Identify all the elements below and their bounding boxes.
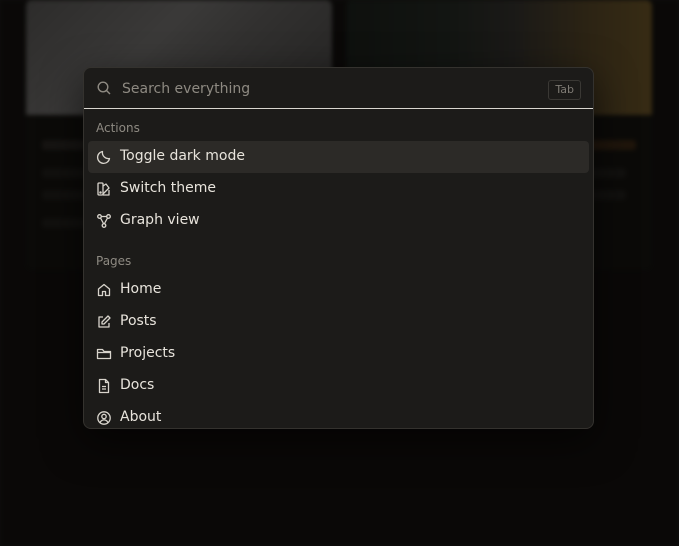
command-page-docs[interactable]: Docs xyxy=(88,370,589,402)
search-bar: Tab xyxy=(84,68,593,109)
command-toggle-dark-mode[interactable]: Toggle dark mode xyxy=(88,141,589,173)
group-label-actions: Actions xyxy=(96,121,140,135)
command-label: Posts xyxy=(120,313,157,329)
folder-icon xyxy=(96,346,112,362)
group-label-pages: Pages xyxy=(96,254,132,268)
command-graph-view[interactable]: Graph view xyxy=(88,205,589,237)
command-page-about[interactable]: About xyxy=(88,402,589,428)
document-icon xyxy=(96,378,112,394)
command-label: Home xyxy=(120,281,162,297)
home-icon xyxy=(96,282,112,298)
command-page-projects[interactable]: Projects xyxy=(88,338,589,370)
search-icon xyxy=(96,80,112,96)
edit-icon xyxy=(96,314,112,330)
moon-icon xyxy=(96,149,112,165)
tab-shortcut-badge: Tab xyxy=(548,80,581,100)
command-page-posts[interactable]: Posts xyxy=(88,306,589,338)
command-page-home[interactable]: Home xyxy=(88,274,589,306)
command-label: Docs xyxy=(120,377,155,393)
user-circle-icon xyxy=(96,410,112,426)
command-palette: Tab Actions Toggle dark mode Switch them… xyxy=(83,67,594,429)
graph-icon xyxy=(96,213,112,229)
command-label: About xyxy=(120,409,162,425)
command-label: Projects xyxy=(120,345,176,361)
search-input[interactable] xyxy=(120,76,524,102)
command-switch-theme[interactable]: Switch theme xyxy=(88,173,589,205)
palette-icon xyxy=(96,181,112,197)
command-label: Switch theme xyxy=(120,180,216,196)
command-label: Graph view xyxy=(120,212,200,228)
command-label: Toggle dark mode xyxy=(120,148,245,164)
